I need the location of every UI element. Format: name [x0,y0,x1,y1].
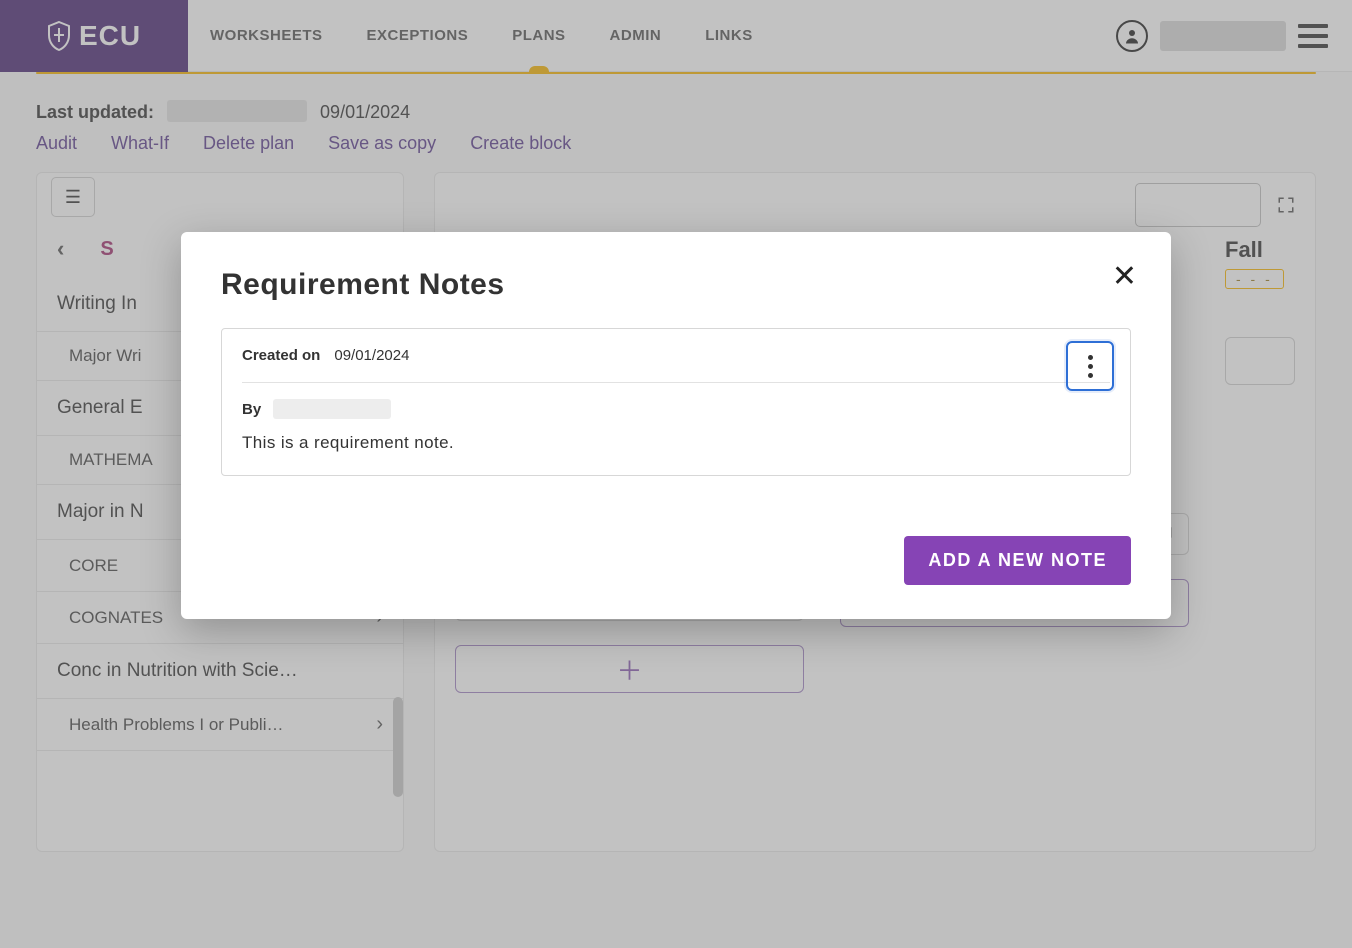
modal-title: Requirement Notes [221,268,1131,302]
author-placeholder [273,399,391,419]
requirement-notes-modal: Requirement Notes ✕ Created on 09/01/202… [181,232,1171,619]
note-card: Created on 09/01/2024 By This is a requi… [221,328,1131,476]
close-icon[interactable]: ✕ [1112,262,1137,292]
by-label: By [242,401,261,418]
created-on-label: Created on [242,347,320,364]
note-body: This is a requirement note. [222,423,1130,475]
modal-scrim[interactable]: Requirement Notes ✕ Created on 09/01/202… [0,0,1352,948]
note-actions-menu[interactable] [1066,341,1114,391]
created-on-value: 09/01/2024 [334,347,409,364]
add-new-note-button[interactable]: ADD A NEW NOTE [904,536,1131,585]
